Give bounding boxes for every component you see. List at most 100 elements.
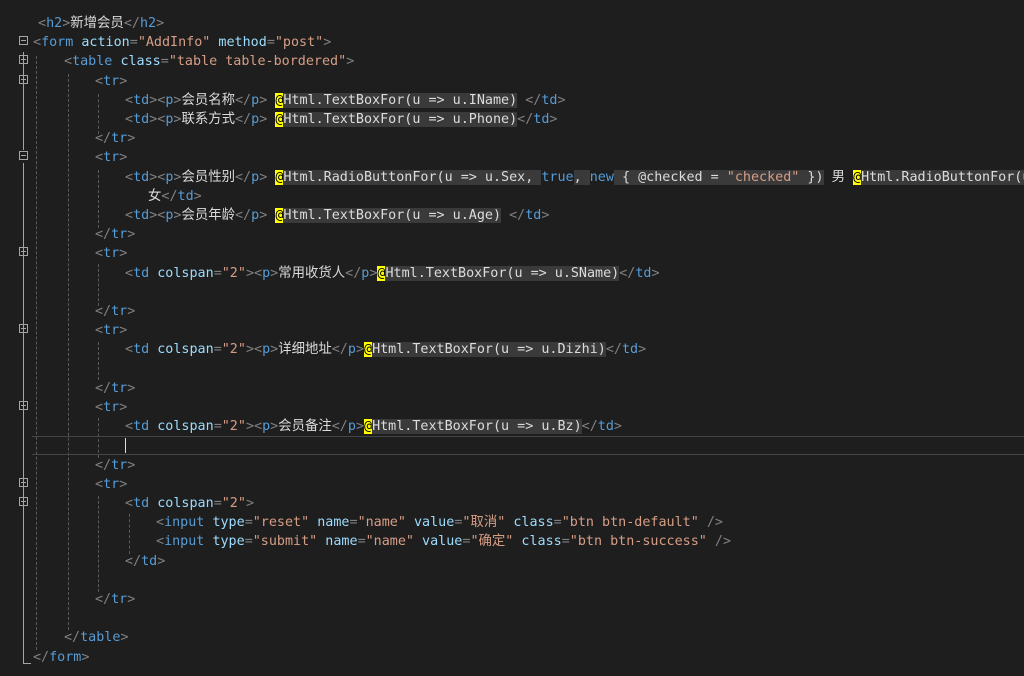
code-token: "2" [221, 496, 246, 511]
code-token: </ [345, 266, 362, 281]
code-text: <tr> [95, 399, 127, 416]
code-line[interactable]: <input type="reset" name="name" value="取… [0, 513, 1024, 532]
code-line[interactable]: </td> [0, 552, 1024, 571]
code-line[interactable]: <tr> [0, 475, 1024, 494]
code-token: new [589, 170, 614, 185]
code-token: 男 [823, 170, 854, 185]
code-token: < [38, 16, 47, 31]
code-token: Html.RadioButtonFor(u => u.Sex, [283, 170, 542, 185]
code-token: td [133, 170, 150, 185]
code-line[interactable]: <td><p>会员性别</p> @Html.RadioButtonFor(u =… [0, 168, 1024, 187]
code-token: td [133, 496, 158, 511]
code-token: form [41, 35, 82, 50]
code-token: < [125, 342, 134, 357]
code-token: type [212, 515, 245, 530]
code-token: tr [103, 400, 120, 415]
code-line[interactable]: <td colspan="2"><p>详细地址</p>@Html.TextBox… [0, 340, 1024, 359]
code-token: Html.TextBoxFor(u => u.Dizhi) [372, 342, 606, 357]
code-line[interactable]: <tr> [0, 398, 1024, 417]
code-line[interactable] [0, 609, 1024, 628]
code-token: { @checked = [613, 170, 727, 185]
code-token: tr [111, 592, 128, 607]
code-line[interactable] [0, 436, 1024, 455]
code-token: Html.TextBoxFor(u => u.IName) [283, 93, 518, 108]
code-token: >< [245, 266, 263, 281]
code-token: < [125, 170, 134, 185]
code-token: p [262, 342, 271, 357]
code-line[interactable]: </form> [0, 648, 1024, 667]
code-token: > [120, 630, 129, 645]
code-text: <tr> [95, 149, 127, 166]
code-token: Html.TextBoxFor(u => u.Phone) [283, 112, 518, 127]
code-token: td [141, 554, 158, 569]
code-token: name [309, 515, 350, 530]
code-token: </ [235, 170, 252, 185]
code-token: > [127, 304, 136, 319]
code-token: = [129, 35, 138, 50]
code-token: > [127, 381, 136, 396]
code-token: td [597, 419, 614, 434]
code-line[interactable]: <td><p>联系方式</p> @Html.TextBoxFor(u => u.… [0, 110, 1024, 129]
code-line[interactable]: </tr> [0, 590, 1024, 609]
code-token: = [213, 419, 222, 434]
code-line[interactable]: <table class="table table-bordered"> [0, 52, 1024, 71]
code-token: < [95, 400, 104, 415]
code-text: <td colspan="2"><p>常用收货人</p>@Html.TextBo… [125, 265, 660, 282]
code-token: "table table-bordered" [168, 54, 347, 69]
code-token: > [259, 112, 276, 127]
code-line[interactable]: </tr> [0, 225, 1024, 244]
code-token: > [270, 266, 279, 281]
code-text: </tr> [95, 591, 135, 608]
code-line[interactable]: <tr> [0, 72, 1024, 91]
code-token: = [357, 534, 366, 549]
code-token: h2 [46, 16, 63, 31]
code-line[interactable]: </tr> [0, 379, 1024, 398]
code-line[interactable]: <td colspan="2"><p>常用收货人</p>@Html.TextBo… [0, 264, 1024, 283]
code-line[interactable] [0, 360, 1024, 379]
code-token: > [119, 323, 128, 338]
code-token: }) [799, 170, 824, 185]
code-token: value [414, 534, 463, 549]
code-token: "checked" [726, 170, 800, 185]
code-token: 常用收货人 [278, 266, 346, 281]
code-line[interactable] [0, 283, 1024, 302]
code-token: < [156, 534, 165, 549]
code-token: > [638, 342, 647, 357]
code-line[interactable]: <td colspan="2"><p>会员备注</p>@Html.TextBox… [0, 417, 1024, 436]
code-line[interactable]: <h2>新增会员</h2> [0, 14, 1024, 33]
code-token: 会员名称 [181, 93, 235, 108]
text-caret [125, 438, 126, 453]
code-text: </tr> [95, 457, 135, 474]
code-line[interactable]: <form action="AddInfo" method="post"> [0, 33, 1024, 52]
code-line[interactable]: </table> [0, 628, 1024, 647]
code-line[interactable]: 女</td> [0, 187, 1024, 206]
code-token: 会员性别 [181, 170, 235, 185]
code-token: tr [103, 246, 120, 261]
code-token: = [213, 266, 222, 281]
code-line[interactable]: </tr> [0, 456, 1024, 475]
code-token: > [156, 16, 165, 31]
code-token: < [95, 150, 104, 165]
code-line[interactable]: <tr> [0, 244, 1024, 263]
code-line[interactable]: <tr> [0, 321, 1024, 340]
code-text: <td colspan="2"><p>详细地址</p>@Html.TextBox… [125, 341, 646, 358]
code-line[interactable]: <input type="submit" name="name" value="… [0, 532, 1024, 551]
code-text: <tr> [95, 245, 127, 262]
code-editor[interactable]: <h2>新增会员</h2> <form action="AddInfo" meth… [0, 0, 1024, 676]
code-token: Html.TextBoxFor(u => u.SName) [385, 266, 620, 281]
code-line[interactable]: <td><p>会员名称</p> @Html.TextBoxFor(u => u.… [0, 91, 1024, 110]
code-line[interactable]: </tr> [0, 302, 1024, 321]
code-line[interactable]: <td colspan="2"> [0, 494, 1024, 513]
code-line[interactable] [0, 571, 1024, 590]
code-token: "btn btn-default" [561, 515, 699, 530]
code-line[interactable]: <tr> [0, 148, 1024, 167]
code-token: "2" [221, 419, 246, 434]
code-token: > [193, 189, 202, 204]
code-line[interactable]: </tr> [0, 129, 1024, 148]
code-text: <input type="submit" name="name" value="… [156, 533, 731, 550]
code-token: "AddInfo" [137, 35, 211, 50]
code-text: </table> [64, 629, 129, 646]
code-token: > [549, 112, 558, 127]
code-line[interactable]: <td><p>会员年龄</p> @Html.TextBoxFor(u => u.… [0, 206, 1024, 225]
code-text: </tr> [95, 303, 135, 320]
